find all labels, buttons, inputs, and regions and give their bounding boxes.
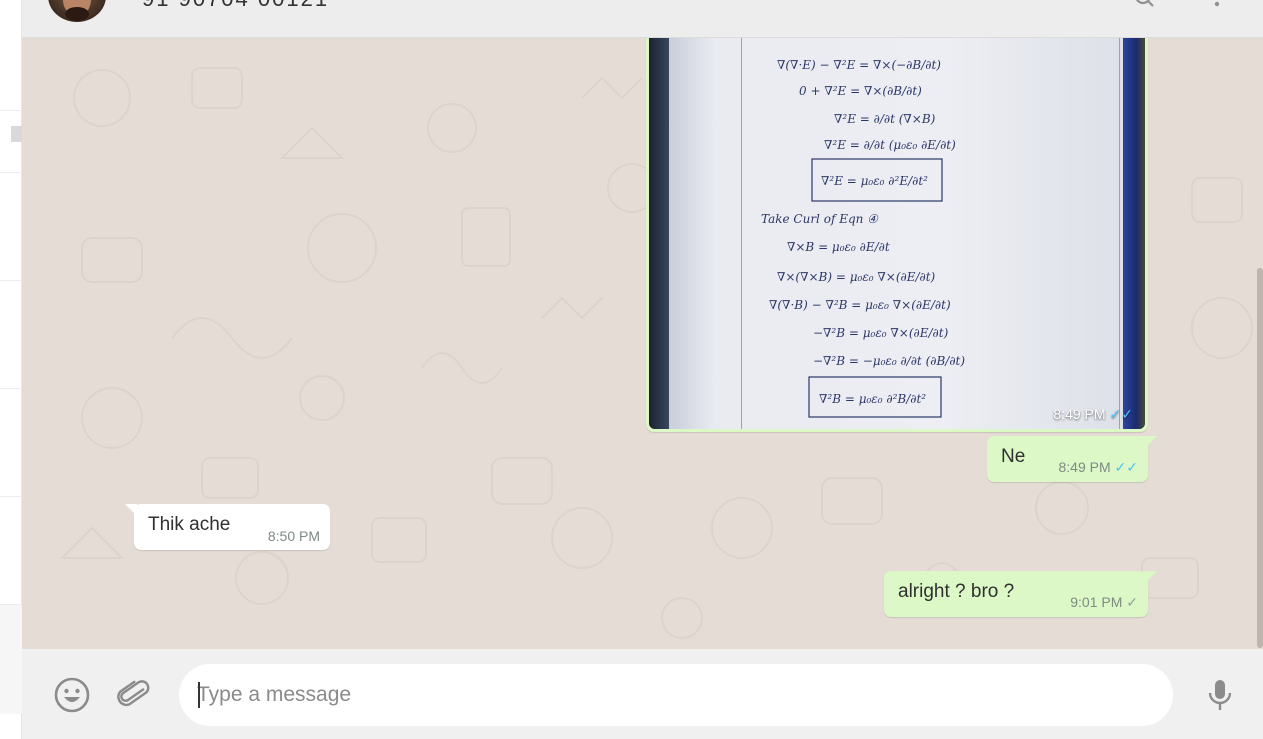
chat-list-sidebar	[0, 0, 22, 739]
image-message[interactable]: ∇(∇·E) − ∇²E = ∇×(−∂B/∂t) 0 + ∇²E = ∇×(∂…	[646, 38, 1148, 432]
equation-line: ∇×(∇×B) = μ₀ε₀ ∇×(∂E/∂t)	[777, 270, 936, 284]
equation-line: ∇²E = ∂/∂t (∇×B)	[834, 112, 936, 126]
text-cursor	[198, 682, 200, 708]
message-text: Ne	[1001, 446, 1026, 467]
equation-boxed: ∇²B = μ₀ε₀ ∂²B/∂t²	[819, 392, 926, 406]
message-time: 9:01 PM	[1070, 594, 1123, 610]
equation-line: ∇(∇·E) − ∇²E = ∇×(−∂B/∂t)	[777, 58, 941, 72]
bubble-tail	[1145, 436, 1157, 448]
emoji-icon[interactable]	[53, 676, 91, 714]
equation-boxed: ∇²E = μ₀ε₀ ∂²E/∂t²	[821, 174, 928, 188]
chat-header: 91 90704 00121	[22, 0, 1263, 38]
search-icon[interactable]	[1134, 0, 1156, 8]
sidebar-divider	[0, 496, 22, 497]
message-text: Thik ache	[148, 514, 231, 535]
sidebar-divider	[0, 388, 22, 389]
conversation-panel[interactable]: ∇(∇·E) − ∇²E = ∇×(−∂B/∂t) 0 + ∇²E = ∇×(∂…	[22, 38, 1263, 649]
message-composer	[22, 649, 1263, 739]
equation-line: ∇(∇·B) − ∇²B = μ₀ε₀ ∇×(∂E/∂t)	[769, 298, 951, 312]
sidebar-chat-item[interactable]	[0, 604, 22, 714]
sidebar-divider	[0, 110, 22, 111]
message-text: alright ? bro ?	[898, 581, 1015, 602]
equation-line: −∇²B = −μ₀ε₀ ∂/∂t (∂B/∂t)	[813, 354, 965, 368]
outgoing-message[interactable]: Ne 8:49 PM ✓✓	[987, 436, 1157, 482]
contact-avatar[interactable]	[48, 0, 106, 22]
read-ticks-icon: ✓✓	[1109, 406, 1133, 422]
equation-line: ∇²E = ∂/∂t (μ₀ε₀ ∂E/∂t)	[824, 138, 956, 152]
bubble-tail	[125, 504, 137, 516]
incoming-message[interactable]: Thik ache 8:50 PM	[125, 504, 330, 550]
message-time: 8:49 PM	[1053, 406, 1106, 422]
equation-line: −∇²B = μ₀ε₀ ∇×(∂E/∂t)	[813, 326, 949, 340]
sidebar-divider	[0, 172, 22, 173]
sidebar-divider	[0, 280, 22, 281]
message-meta: 8:49 PM ✓✓	[1059, 459, 1139, 476]
chat-scrollbar[interactable]	[1257, 268, 1263, 648]
read-ticks-icon: ✓✓	[1114, 459, 1138, 475]
equation-line: ∇×B = μ₀ε₀ ∂E/∂t	[787, 240, 890, 254]
message-time: 8:49 PM	[1058, 459, 1111, 475]
equation-line: 0 + ∇²E = ∇×(∂B/∂t)	[799, 84, 922, 98]
message-meta: 9:01 PM ✓	[1070, 594, 1138, 611]
message-meta: 8:49 PM ✓✓	[1053, 406, 1133, 423]
message-photo[interactable]: ∇(∇·E) − ∇²E = ∇×(−∂B/∂t) 0 + ∇²E = ∇×(∂…	[649, 38, 1145, 429]
message-time: 8:50 PM	[267, 528, 320, 544]
menu-icon[interactable]	[1206, 0, 1228, 8]
contact-name[interactable]: 91 90704 00121	[142, 0, 329, 12]
message-input[interactable]	[179, 664, 1173, 726]
handwritten-equations: ∇(∇·E) − ∇²E = ∇×(−∂B/∂t) 0 + ∇²E = ∇×(∂…	[761, 58, 965, 418]
microphone-icon[interactable]	[1201, 676, 1239, 714]
paperclip-icon[interactable]	[115, 676, 153, 714]
sent-tick-icon: ✓	[1126, 594, 1138, 610]
sidebar-scroll-marker	[11, 126, 22, 142]
equation-heading: Take Curl of Eqn ④	[761, 212, 879, 226]
bubble-tail	[1145, 571, 1157, 583]
outgoing-message[interactable]: alright ? bro ? 9:01 PM ✓	[884, 571, 1157, 617]
